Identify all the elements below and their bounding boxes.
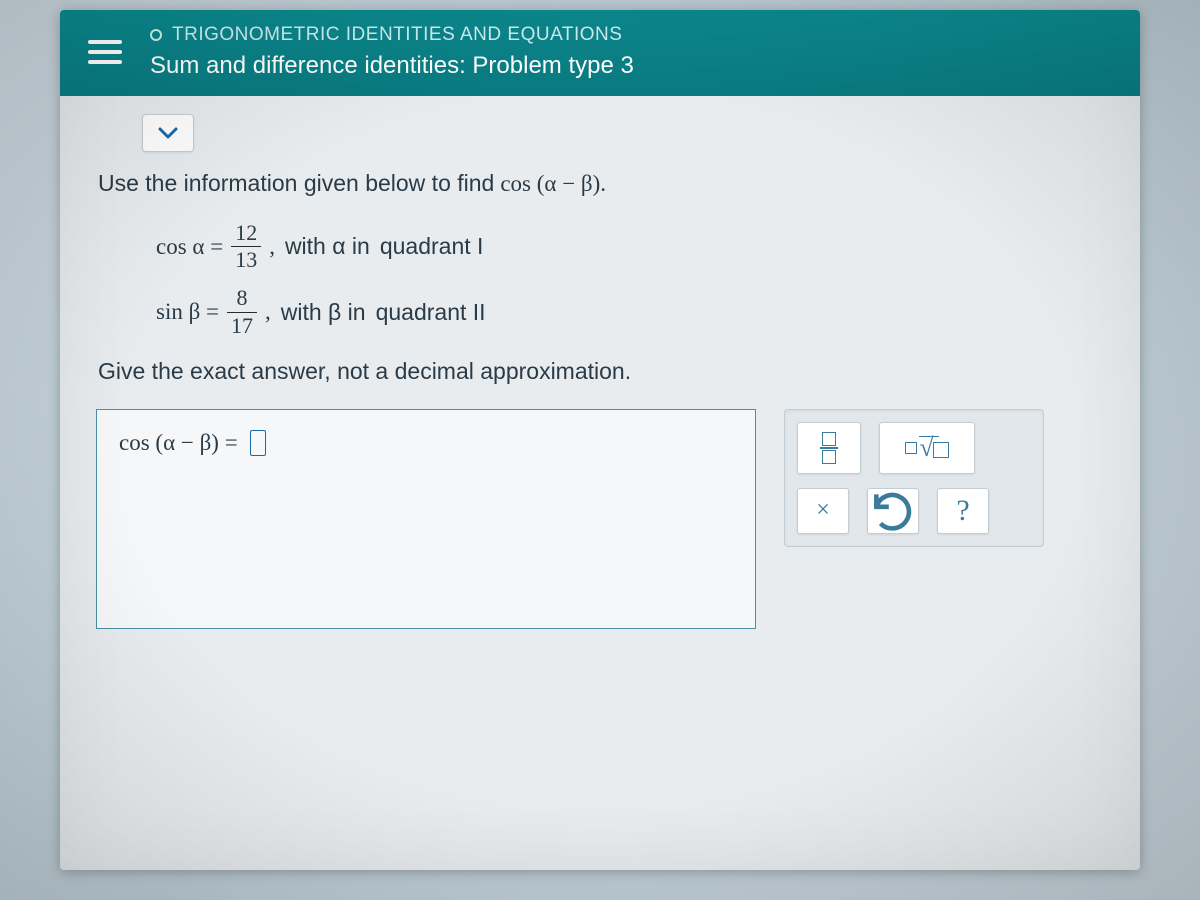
- alpha-numerator: 12: [231, 221, 261, 246]
- prompt-target-expression: cos (α − β).: [500, 171, 606, 197]
- chevron-down-icon: [158, 126, 178, 140]
- fraction-tool-button[interactable]: [797, 422, 861, 474]
- help-icon: ?: [956, 494, 969, 528]
- given-info: cos α = 12 13 , with α in quadrant I sin…: [156, 221, 1104, 338]
- page-header: TRIGONOMETRIC IDENTITIES AND EQUATIONS S…: [60, 10, 1140, 96]
- header-text: TRIGONOMETRIC IDENTITIES AND EQUATIONS S…: [150, 24, 634, 80]
- radical-icon: √: [905, 433, 948, 463]
- fraction-icon: [820, 432, 838, 464]
- beta-desc-prefix: with β in: [281, 299, 366, 326]
- undo-icon: [868, 486, 918, 536]
- clear-button[interactable]: ×: [797, 488, 849, 534]
- alpha-comma: ,: [269, 234, 275, 260]
- expand-button[interactable]: [142, 114, 194, 152]
- prompt-lead: Use the information given below to find: [98, 170, 494, 197]
- alpha-denominator: 13: [231, 246, 261, 272]
- undo-button[interactable]: [867, 488, 919, 534]
- beta-denominator: 17: [227, 312, 257, 338]
- instruction-text: Give the exact answer, not a decimal app…: [98, 358, 1104, 385]
- beta-quadrant: quadrant II: [376, 299, 486, 326]
- beta-fraction: 8 17: [227, 286, 257, 337]
- help-button[interactable]: ?: [937, 488, 989, 534]
- chapter-bullet-icon: [150, 29, 162, 41]
- menu-icon[interactable]: [84, 36, 126, 68]
- answer-input-area[interactable]: cos (α − β) =: [96, 409, 756, 629]
- clear-icon: ×: [816, 497, 830, 524]
- answer-placeholder-box[interactable]: [250, 430, 266, 456]
- beta-comma: ,: [265, 299, 271, 325]
- alpha-quadrant: quadrant I: [380, 233, 484, 260]
- alpha-fraction: 12 13: [231, 221, 261, 272]
- given-alpha: cos α = 12 13 , with α in quadrant I: [156, 221, 1104, 272]
- math-toolbox: √ ×: [784, 409, 1044, 547]
- chapter-label: TRIGONOMETRIC IDENTITIES AND EQUATIONS: [172, 24, 622, 46]
- given-beta: sin β = 8 17 , with β in quadrant II: [156, 286, 1104, 337]
- beta-numerator: 8: [233, 286, 252, 311]
- beta-func: sin β =: [156, 299, 219, 325]
- alpha-desc-prefix: with α in: [285, 233, 370, 260]
- problem-prompt: Use the information given below to find …: [98, 170, 1104, 197]
- page-title: Sum and difference identities: Problem t…: [150, 52, 634, 80]
- radical-tool-button[interactable]: √: [879, 422, 975, 474]
- answer-lhs: cos (α − β) =: [119, 430, 238, 456]
- alpha-func: cos α =: [156, 234, 223, 260]
